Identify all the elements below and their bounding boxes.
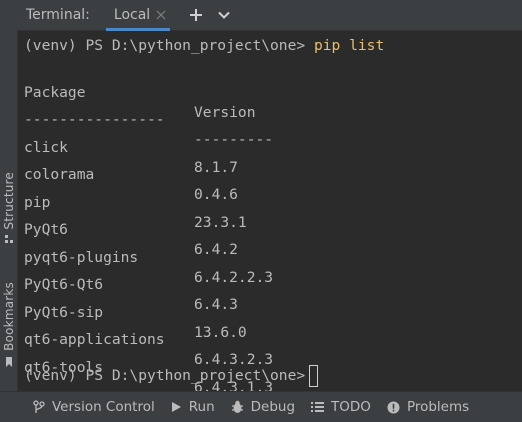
debug-label: Debug xyxy=(250,399,296,415)
final-prompt-text: (venv) PS D:\python_project\one> xyxy=(24,367,306,384)
bookmarks-tab-label: Bookmarks xyxy=(1,282,16,351)
left-tool-strip: Structure Bookmarks xyxy=(0,0,18,392)
terminal-output[interactable]: (venv) PS D:\python_project\one> pip lis… xyxy=(18,31,522,396)
package-version: 0.4.6 xyxy=(194,186,238,203)
new-tab-button[interactable] xyxy=(184,3,208,27)
run-icon xyxy=(171,402,181,412)
tab-dropdown-button[interactable] xyxy=(212,3,236,27)
debug-button[interactable]: Debug xyxy=(223,392,303,422)
table-row: click 8.1.7 xyxy=(24,118,238,176)
structure-tab-label: Structure xyxy=(1,172,16,230)
terminal-tab-header: Terminal: Local xyxy=(17,0,522,31)
problems-label: Problems xyxy=(406,399,470,415)
command-text: pip list xyxy=(313,37,385,54)
table-row: pip 23.3.1 xyxy=(24,173,247,231)
table-row: colorama 0.4.6 xyxy=(24,145,238,203)
table-row: qt6-applications 6.4.3.2.3 xyxy=(24,310,273,368)
package-version: 23.3.1 xyxy=(194,214,247,231)
version-control-label: Version Control xyxy=(52,399,155,415)
table-row: PyQt6-sip 13.6.0 xyxy=(24,283,247,341)
list-icon xyxy=(311,402,325,412)
chevron-down-icon xyxy=(218,11,230,19)
table-row: pyqt6-plugins 6.4.2.2.3 xyxy=(24,228,273,286)
active-prompt-line[interactable]: (venv) PS D:\python_project\one> xyxy=(24,365,319,387)
tab-local[interactable]: Local xyxy=(99,0,175,31)
problems-button[interactable]: Problems xyxy=(379,392,477,422)
tab-local-label: Local xyxy=(113,7,151,23)
run-label: Run xyxy=(188,399,215,415)
warning-circle-icon xyxy=(387,401,400,413)
structure-icon xyxy=(4,234,13,243)
separator-row: ---------------- --------- xyxy=(24,90,273,148)
prompt-text: (venv) PS D:\python_project\one> xyxy=(24,37,314,54)
bottom-tool-bar: Version Control Run Debug TODO Problems xyxy=(0,391,522,422)
version-control-button[interactable]: Version Control xyxy=(25,392,163,422)
table-row: PyQt6 6.4.2 xyxy=(24,200,238,258)
table-row: PyQt6-Qt6 6.4.3 xyxy=(24,255,238,313)
todo-label: TODO xyxy=(331,399,371,415)
plus-icon xyxy=(190,9,203,21)
package-version: 8.1.7 xyxy=(194,159,238,176)
bookmark-icon xyxy=(5,356,12,367)
text-cursor xyxy=(309,365,319,387)
version-separator: --------- xyxy=(194,131,274,148)
table-row: qt6-tools 6.4.3.1.3 xyxy=(24,338,273,396)
close-icon[interactable] xyxy=(156,10,166,20)
command-line: (venv) PS D:\python_project\one> pip lis… xyxy=(24,36,384,56)
package-version: 13.6.0 xyxy=(194,324,247,341)
terminal-title: Terminal: xyxy=(26,7,90,23)
run-button[interactable]: Run xyxy=(163,392,223,422)
package-version: 6.4.3 xyxy=(194,296,238,313)
table-header-row: Package Version xyxy=(24,63,256,121)
bug-icon xyxy=(231,400,243,413)
structure-tab[interactable]: Structure xyxy=(0,172,17,244)
package-version: 6.4.2.2.3 xyxy=(194,269,274,286)
package-version: 6.4.2 xyxy=(194,241,238,258)
version-column-header: Version xyxy=(194,104,256,121)
bookmarks-tab[interactable]: Bookmarks xyxy=(0,282,17,367)
branch-icon xyxy=(33,400,45,413)
todo-button[interactable]: TODO xyxy=(303,392,379,422)
